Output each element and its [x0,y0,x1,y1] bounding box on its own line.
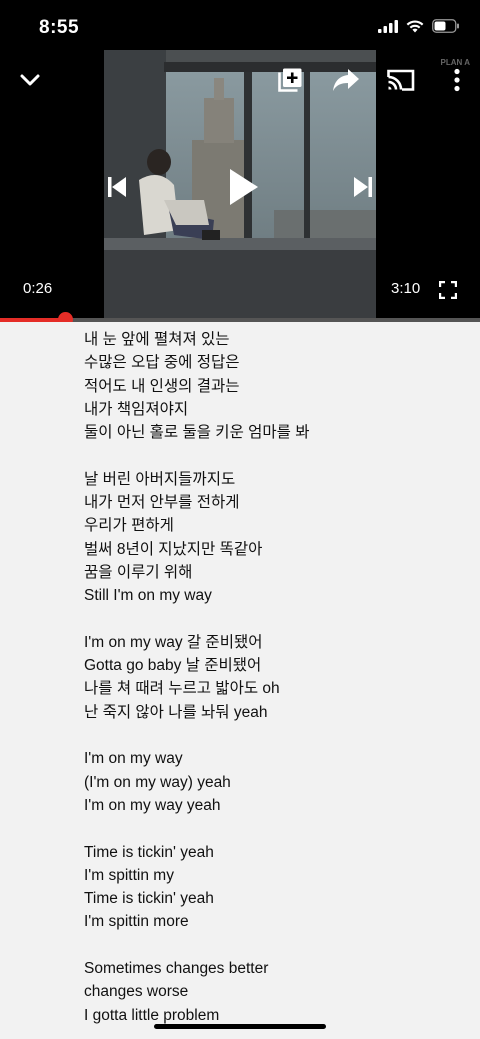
lyrics-panel[interactable]: 내 눈 앞에 펼쳐져 있는수많은 오답 중에 정답은적어도 내 인생의 결과는내… [0,322,480,1039]
duration: 3:10 [391,280,421,297]
add-to-playlist-icon [278,68,302,92]
lyric-line: 적어도 내 인생의 결과는 [84,377,240,395]
lyric-line: 둘이 아닌 홀로 둘을 키운 엄마를 봐 [84,424,310,442]
lyric-line: I'm on my way yeah [84,796,221,814]
lyrics-text: 내 눈 앞에 펼쳐져 있는수많은 오답 중에 정답은적어도 내 인생의 결과는내… [84,328,309,1027]
home-indicator[interactable] [154,1024,326,1029]
wifi-icon [406,19,424,38]
cast-button[interactable] [384,64,418,96]
minimize-button[interactable] [14,64,46,96]
lyric-line: 날 버린 아버지들까지도 [84,470,236,488]
play-icon [230,169,258,205]
lyric-spacer [84,724,309,747]
more-icon [454,68,460,92]
lyric-line: I'm spittin more [84,913,189,931]
fullscreen-icon [439,281,457,299]
lyric-line: Gotta go baby 날 준비됐어 [84,657,262,675]
lyric-spacer [84,817,309,840]
lyric-line: 벌써 8년이 지났지만 똑같아 [84,540,263,558]
signal-icon [378,19,398,38]
cast-icon [387,69,415,91]
chevron-down-icon [20,74,40,86]
fullscreen-button[interactable] [434,276,462,304]
lyric-line: I'm on my way [84,750,183,768]
lyric-spacer [84,934,309,957]
lyric-line: I'm on my way 갈 준비됐어 [84,633,263,651]
more-button[interactable] [446,64,468,96]
previous-button[interactable] [100,170,134,204]
lyric-line: 내가 책임져야지 [84,400,189,418]
lyric-line: Time is tickin' yeah [84,890,214,908]
status-icons [378,19,460,38]
next-icon [354,177,372,197]
next-button[interactable] [346,170,380,204]
lyric-line: 나를 쳐 때려 누르고 밟아도 oh [84,680,280,698]
lyric-line: 내 눈 앞에 펼쳐져 있는 [84,331,230,348]
share-icon [333,69,359,91]
lyric-line: 내가 먼저 안부를 전하게 [84,494,240,512]
lyric-spacer [84,444,309,467]
lyric-line: 난 죽지 않아 나를 놔둬 yeah [84,703,268,721]
previous-icon [108,177,126,197]
play-button[interactable] [220,162,266,212]
lyric-spacer [84,608,309,631]
lyric-line: Still I'm on my way [84,587,212,605]
lyric-line: (I'm on my way) yeah [84,773,231,791]
lyric-line: changes worse [84,983,189,1001]
lyric-line: 우리가 편하게 [84,517,174,535]
add-to-playlist-button[interactable] [274,64,306,96]
lyric-line: Sometimes changes better [84,960,269,978]
lyric-line: 꿈을 이루기 위해 [84,563,193,581]
current-time: 0:26 [23,280,53,297]
lyric-line: I'm spittin my [84,866,174,884]
status-time: 8:55 [39,17,80,38]
lyric-line: Time is tickin' yeah [84,843,214,861]
lyric-line: 수많은 오답 중에 정답은 [84,354,240,372]
battery-icon [432,19,460,38]
video-player[interactable]: PLAN A 0:26 3:10 [0,50,480,320]
share-button[interactable] [330,64,362,96]
